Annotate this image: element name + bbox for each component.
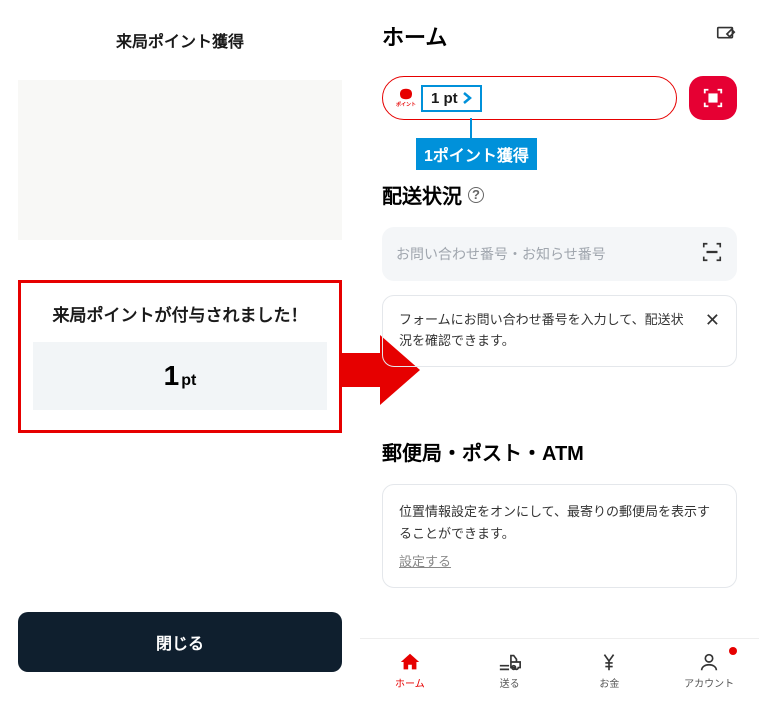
tracking-search-row [382, 227, 737, 281]
notification-dot [729, 647, 737, 655]
account-icon [698, 651, 720, 673]
edit-icon[interactable] [715, 23, 737, 50]
tracking-hint-card: フォームにお問い合わせ番号を入力して、配送状況を確認できます。 ✕ [382, 295, 737, 367]
qr-button[interactable] [689, 76, 737, 120]
chevron-right-icon [462, 91, 472, 105]
right-screen: ホーム ポイント 1 pt 1ポイント獲得 配送状況 ? [360, 0, 759, 702]
money-icon [598, 651, 620, 673]
close-icon[interactable]: ✕ [705, 310, 720, 331]
delivery-section-title: 配送状況 ? [382, 180, 737, 209]
award-message: 来局ポイントが付与されました！ [33, 301, 327, 326]
tab-bar: ホーム 送る お金 アカウント [360, 638, 759, 702]
points-value-box: 1pt [33, 342, 327, 410]
left-screen: 来局ポイント獲得 来局ポイントが付与されました！ 1pt 閉じる [0, 0, 360, 702]
tab-money[interactable]: お金 [560, 639, 660, 702]
location-settings-link[interactable]: 設定する [399, 551, 451, 570]
tracking-input[interactable] [396, 246, 701, 262]
points-number: 1 [164, 360, 180, 391]
tracking-hint-text: フォームにお問い合わせ番号を入力して、配送状況を確認できます。 [399, 310, 693, 352]
location-section-title: 郵便局・ポスト・ATM [382, 437, 737, 466]
tab-account[interactable]: アカウント [659, 639, 759, 702]
callout-connector [470, 118, 472, 140]
qr-icon [702, 87, 724, 109]
location-hint-text: 位置情報設定をオンにして、最寄りの郵便局を表示することができます。 [399, 501, 720, 545]
left-screen-title: 来局ポイント獲得 [0, 0, 360, 80]
points-logo-icon: ポイント [395, 87, 417, 109]
points-pill[interactable]: ポイント 1 pt [382, 76, 677, 120]
points-row: ポイント 1 pt 1ポイント獲得 [382, 76, 737, 120]
send-icon [498, 651, 522, 673]
award-highlight-box: 来局ポイントが付与されました！ 1pt [18, 280, 342, 433]
callout-label: 1ポイント獲得 [416, 138, 537, 170]
tab-home[interactable]: ホーム [360, 639, 460, 702]
points-value-badge: 1 pt [421, 85, 482, 112]
close-button[interactable]: 閉じる [18, 612, 342, 672]
points-unit: pt [181, 372, 196, 389]
image-placeholder [18, 80, 342, 240]
home-icon [399, 651, 421, 673]
points-display-text: 1 pt [431, 90, 458, 107]
home-title: ホーム [382, 20, 447, 52]
barcode-scan-icon[interactable] [701, 241, 723, 268]
help-icon[interactable]: ? [468, 187, 484, 203]
home-header: ホーム [382, 20, 737, 52]
location-hint-card: 位置情報設定をオンにして、最寄りの郵便局を表示することができます。 設定する [382, 484, 737, 588]
tab-send[interactable]: 送る [460, 639, 560, 702]
